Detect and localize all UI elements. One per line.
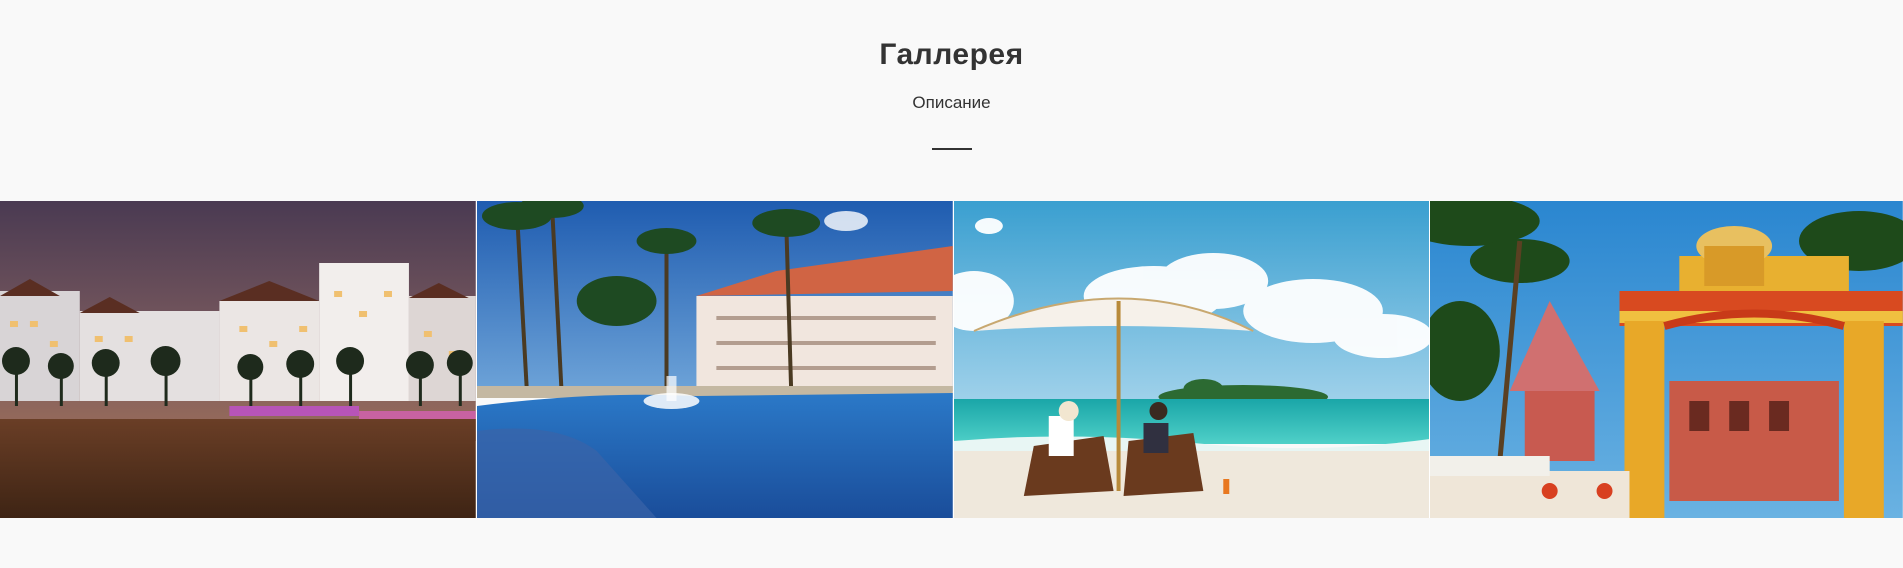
night-resort-photo — [0, 201, 476, 518]
title-divider — [932, 148, 972, 150]
gallery-strip — [0, 201, 1903, 518]
gallery-section: Галлерея Описание — [0, 0, 1903, 568]
gallery-image-beach-umbrella[interactable] — [953, 201, 1431, 518]
gallery-subtitle: Описание — [912, 93, 991, 112]
beach-umbrella-photo — [953, 201, 1430, 518]
gallery-image-night-resort[interactable] — [0, 201, 477, 518]
gallery-title: Галлерея — [879, 38, 1024, 71]
temple-gate-photo — [1430, 201, 1903, 518]
gallery-image-pool-resort[interactable] — [476, 201, 954, 518]
gallery-image-temple-gate[interactable] — [1430, 201, 1903, 518]
pool-resort-photo — [476, 201, 953, 518]
